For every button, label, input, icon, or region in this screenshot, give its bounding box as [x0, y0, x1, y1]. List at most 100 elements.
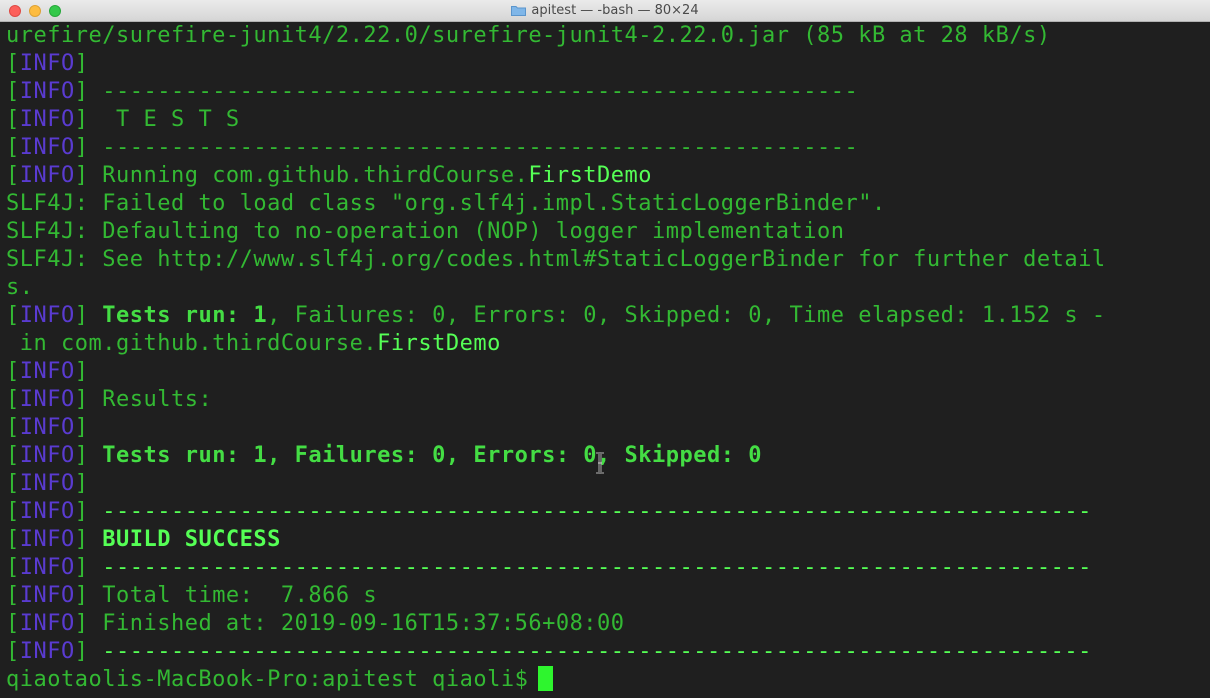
info-tag: INFO — [19, 79, 75, 104]
bracket: ] — [74, 163, 89, 188]
info-tag: INFO — [19, 51, 75, 76]
separator: ----------------------------------------… — [88, 135, 859, 160]
tests-run-detail: , Failures: 0, Errors: 0, Skipped: 0, Ti… — [267, 303, 1106, 328]
ibeam-cursor-icon — [596, 452, 604, 474]
class-name: FirstDemo — [528, 163, 653, 188]
bracket: [ — [6, 471, 20, 496]
info-tag: INFO — [19, 499, 75, 524]
bracket: [ — [6, 639, 20, 664]
output-line: [INFO] Tests run: 1, Failures: 0, Errors… — [6, 442, 1210, 470]
build-status: BUILD SUCCESS — [88, 527, 281, 552]
output-line: [INFO] ---------------------------------… — [6, 78, 1210, 106]
output-line: [INFO] Total time: 7.866 s — [6, 582, 1210, 610]
results-label: Results: — [88, 387, 213, 412]
output-line: [INFO] ---------------------------------… — [6, 498, 1210, 526]
class-name: FirstDemo — [377, 331, 501, 356]
bracket: [ — [6, 359, 20, 384]
info-tag: INFO — [19, 415, 75, 440]
bracket: ] — [74, 527, 89, 552]
bracket: [ — [6, 611, 20, 636]
bracket: [ — [6, 163, 20, 188]
info-tag: INFO — [19, 135, 75, 160]
bracket: ] — [74, 471, 89, 496]
slf4j-warning: SLF4J: Failed to load class "org.slf4j.i… — [6, 191, 886, 216]
prompt-line[interactable]: qiaotaolis-MacBook-Pro:apitest qiaoli$ — [6, 666, 1210, 694]
slf4j-warning-wrap: s. — [6, 275, 34, 300]
info-tag: INFO — [19, 527, 75, 552]
title-bar[interactable]: apitest — -bash — 80×24 — [0, 0, 1210, 22]
separator: ----------------------------------------… — [88, 79, 859, 104]
info-tag: INFO — [19, 639, 75, 664]
output-line: SLF4J: See http://www.slf4j.org/codes.ht… — [6, 246, 1210, 274]
bracket: [ — [6, 443, 20, 468]
output-line: [INFO] ---------------------------------… — [6, 638, 1210, 666]
separator: ----------------------------------------… — [88, 555, 1092, 580]
in-text: in com.github.thirdCourse. — [6, 331, 378, 356]
bracket: [ — [6, 303, 20, 328]
folder-icon — [511, 5, 527, 16]
output-line: [INFO] — [6, 358, 1210, 386]
bracket: ] — [74, 79, 89, 104]
info-tag: INFO — [19, 107, 75, 132]
output-line: [INFO] T E S T S — [6, 106, 1210, 134]
bracket: [ — [6, 135, 20, 160]
info-tag: INFO — [19, 611, 75, 636]
terminal-output[interactable]: urefire/surefire-junit4/2.22.0/surefire-… — [0, 22, 1210, 698]
info-tag: INFO — [19, 387, 75, 412]
bracket: [ — [6, 583, 20, 608]
info-tag: INFO — [19, 303, 75, 328]
output-line: [INFO] — [6, 470, 1210, 498]
output-line: s. — [6, 274, 1210, 302]
output-line: [INFO] — [6, 50, 1210, 78]
bracket: ] — [74, 639, 89, 664]
info-tag: INFO — [19, 583, 75, 608]
bracket: ] — [74, 303, 89, 328]
running-text: Running com.github.thirdCourse. — [88, 163, 529, 188]
info-tag: INFO — [19, 443, 75, 468]
bracket: ] — [74, 415, 89, 440]
bracket: ] — [74, 135, 89, 160]
total-time: Total time: 7.866 s — [88, 583, 378, 608]
separator: ----------------------------------------… — [88, 499, 1092, 524]
info-tag: INFO — [19, 471, 75, 496]
output-line: [INFO] Finished at: 2019-09-16T15:37:56+… — [6, 610, 1210, 638]
bracket: ] — [74, 583, 89, 608]
bracket: ] — [74, 555, 89, 580]
output-line: SLF4J: Failed to load class "org.slf4j.i… — [6, 190, 1210, 218]
shell-prompt: qiaotaolis-MacBook-Pro:apitest qiaoli$ — [6, 667, 529, 692]
output-line: [INFO] ---------------------------------… — [6, 134, 1210, 162]
output-line: [INFO] Tests run: 1, Failures: 0, Errors… — [6, 302, 1210, 330]
bracket: [ — [6, 555, 20, 580]
bracket: [ — [6, 79, 20, 104]
bracket: ] — [74, 443, 89, 468]
slf4j-warning: SLF4J: See http://www.slf4j.org/codes.ht… — [6, 247, 1106, 272]
output-line: [INFO] Running com.github.thirdCourse.Fi… — [6, 162, 1210, 190]
bracket: [ — [6, 387, 20, 412]
slf4j-warning: SLF4J: Defaulting to no-operation (NOP) … — [6, 219, 845, 244]
bracket: [ — [6, 107, 20, 132]
output-line: [INFO] — [6, 414, 1210, 442]
output-line: [INFO] ---------------------------------… — [6, 554, 1210, 582]
output-line: [INFO] BUILD SUCCESS — [6, 526, 1210, 554]
bracket: ] — [74, 107, 89, 132]
separator: ----------------------------------------… — [88, 639, 1092, 664]
output-line: SLF4J: Defaulting to no-operation (NOP) … — [6, 218, 1210, 246]
bracket: [ — [6, 499, 20, 524]
window-title: apitest — -bash — 80×24 — [531, 3, 699, 18]
output-text: urefire/surefire-junit4/2.22.0/surefire-… — [6, 23, 1051, 48]
output-line: in com.github.thirdCourse.FirstDemo — [6, 330, 1210, 358]
output-line: [INFO] Results: — [6, 386, 1210, 414]
test-summary: Tests run: 1, Failures: 0, Errors: 0, Sk… — [88, 443, 762, 468]
info-tag: INFO — [19, 359, 75, 384]
bracket: ] — [74, 359, 89, 384]
output-line: urefire/surefire-junit4/2.22.0/surefire-… — [6, 22, 1210, 50]
info-tag: INFO — [19, 163, 75, 188]
finished-at: Finished at: 2019-09-16T15:37:56+08:00 — [88, 611, 625, 636]
tests-run-count: Tests run: 1 — [88, 303, 268, 328]
terminal-window: apitest — -bash — 80×24 urefire/surefire… — [0, 0, 1210, 698]
text-cursor — [538, 666, 554, 691]
bracket: ] — [74, 387, 89, 412]
bracket: [ — [6, 527, 20, 552]
bracket: [ — [6, 51, 20, 76]
info-tag: INFO — [19, 555, 75, 580]
